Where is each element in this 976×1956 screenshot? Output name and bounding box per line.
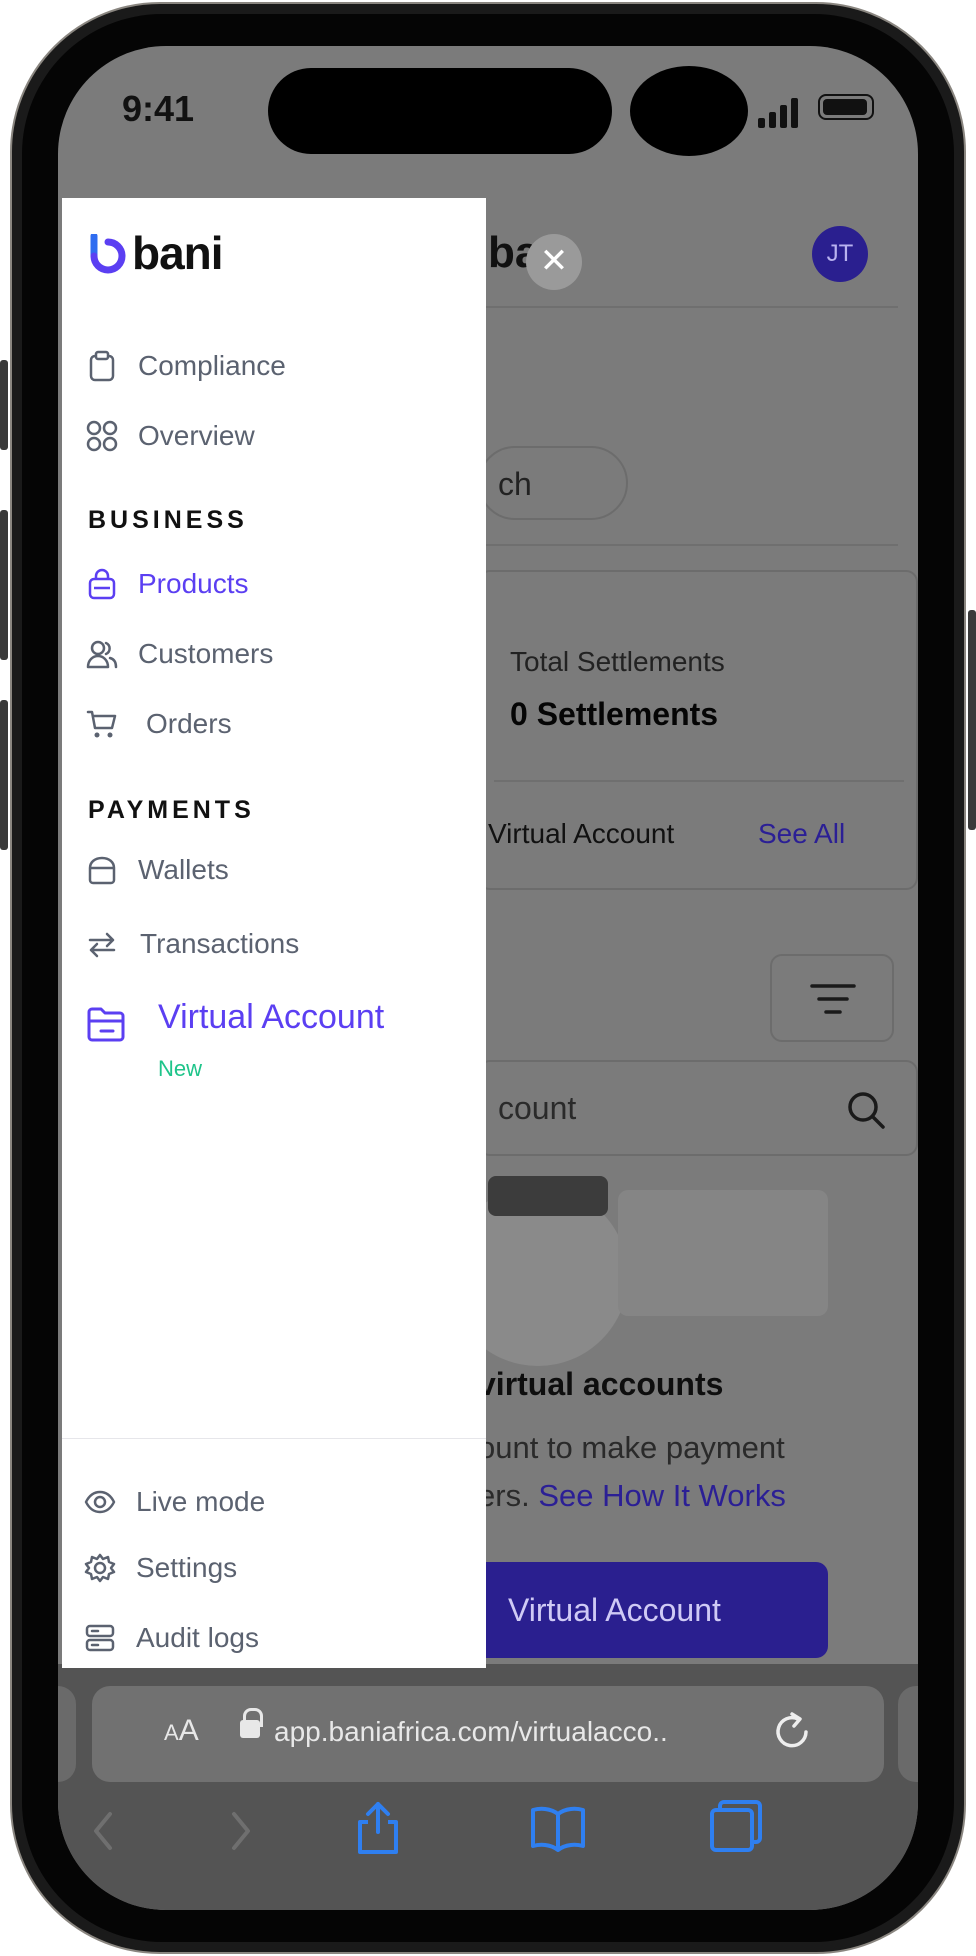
folder-card-icon <box>87 1007 125 1042</box>
reload-icon[interactable] <box>770 1710 814 1754</box>
close-icon: ✕ <box>539 242 569 280</box>
nav-item-products[interactable]: Products <box>86 562 466 610</box>
nav-label-virtual-account: Virtual Account <box>158 998 385 1036</box>
drawer-footer-divider <box>62 1438 486 1439</box>
side-button <box>0 360 8 450</box>
eye-icon <box>84 1490 116 1514</box>
avatar[interactable]: JT <box>812 226 868 282</box>
search-pill-text: ch <box>498 466 532 502</box>
illustration-card <box>618 1190 828 1316</box>
reader-settings-button[interactable]: AA <box>164 1714 199 1748</box>
next-tab-peek[interactable] <box>898 1686 918 1782</box>
clipboard-icon <box>89 350 115 382</box>
empty-state-text-line2: ers. See How It Works <box>478 1478 786 1514</box>
bookmarks-icon[interactable] <box>530 1804 586 1852</box>
illustration-bar <box>488 1176 608 1216</box>
dynamic-island <box>268 68 612 154</box>
new-badge: New <box>158 1056 203 1081</box>
aa-large: A <box>178 1714 199 1747</box>
filter-icon <box>810 984 856 1014</box>
signal-icon <box>758 98 798 128</box>
card-divider <box>494 780 904 782</box>
gear-icon <box>84 1553 116 1583</box>
nav-label-live-mode: Live mode <box>136 1486 266 1517</box>
nav-label-orders: Orders <box>146 708 232 739</box>
nav-item-audit-logs[interactable]: Audit logs <box>84 1616 464 1664</box>
nav-item-virtual-account[interactable]: Virtual Account New <box>86 996 466 1092</box>
close-drawer-button[interactable]: ✕ <box>526 234 582 290</box>
nav-label-overview: Overview <box>138 420 255 451</box>
brand-name: bani <box>132 227 224 279</box>
front-camera <box>630 66 748 156</box>
nav-item-wallets[interactable]: Wallets <box>86 848 466 896</box>
section-payments: PAYMENTS <box>88 796 255 824</box>
volume-down-button <box>0 700 8 850</box>
nav-label-products: Products <box>138 568 249 599</box>
nav-item-live-mode[interactable]: Live mode <box>84 1480 464 1528</box>
nav-label-customers: Customers <box>138 638 274 669</box>
phone-screen: 9:41 ba ✕ JT ch Total Settlements 0 Sett… <box>58 46 918 1910</box>
see-all-link[interactable]: See All <box>758 818 845 850</box>
search-account-placeholder: count <box>498 1090 577 1126</box>
nav-label-wallets: Wallets <box>138 854 229 885</box>
virtual-account-label: Virtual Account <box>488 818 675 849</box>
total-settlements-value: 0 Settlements <box>510 696 719 732</box>
share-icon[interactable] <box>354 1800 402 1856</box>
previous-tab-peek[interactable] <box>58 1686 76 1782</box>
aa-small: A <box>164 1720 179 1745</box>
battery-level <box>823 99 867 115</box>
forward-icon[interactable] <box>226 1808 256 1854</box>
transfer-icon <box>88 932 116 958</box>
status-time: 9:41 <box>122 88 195 129</box>
cart-icon <box>86 710 117 738</box>
section-divider <box>438 544 898 546</box>
nav-label-settings: Settings <box>136 1552 238 1583</box>
battery-icon <box>818 94 874 120</box>
nav-item-settings[interactable]: Settings <box>84 1546 464 1594</box>
nav-label-transactions: Transactions <box>140 928 300 959</box>
power-button <box>968 610 976 830</box>
see-how-it-works-link[interactable]: See How It Works <box>538 1478 786 1513</box>
server-icon <box>85 1624 115 1652</box>
empty-state-title: virtual accounts <box>478 1366 724 1402</box>
volume-up-button <box>0 510 8 660</box>
nav-item-orders[interactable]: Orders <box>86 702 466 750</box>
nav-item-transactions[interactable]: Transactions <box>86 920 466 968</box>
search-icon <box>848 1092 885 1129</box>
nav-label-audit-logs: Audit logs <box>136 1622 259 1653</box>
users-icon <box>86 640 118 669</box>
bani-logo-icon <box>90 234 126 274</box>
tabs-icon[interactable] <box>708 1800 764 1852</box>
total-settlements-label: Total Settlements <box>510 646 725 677</box>
filter-button[interactable] <box>770 954 894 1042</box>
nav-item-compliance[interactable]: Compliance <box>86 344 466 392</box>
header-divider <box>438 306 898 308</box>
url-text: app.baniafrica.com/virtualacco.. <box>274 1716 668 1747</box>
nav-item-overview[interactable]: Overview <box>86 414 466 462</box>
empty-state-text-line1: ount to make payment <box>478 1430 785 1465</box>
wallet-icon <box>88 856 116 885</box>
bag-icon <box>88 568 116 600</box>
back-icon[interactable] <box>88 1808 118 1854</box>
grid-icon <box>86 420 118 452</box>
create-virtual-account-button[interactable]: Virtual Account <box>468 1562 828 1658</box>
section-business: BUSINESS <box>88 506 248 534</box>
nav-item-customers[interactable]: Customers <box>86 632 466 680</box>
nav-label-compliance: Compliance <box>138 350 286 381</box>
lock-icon <box>240 1720 260 1738</box>
